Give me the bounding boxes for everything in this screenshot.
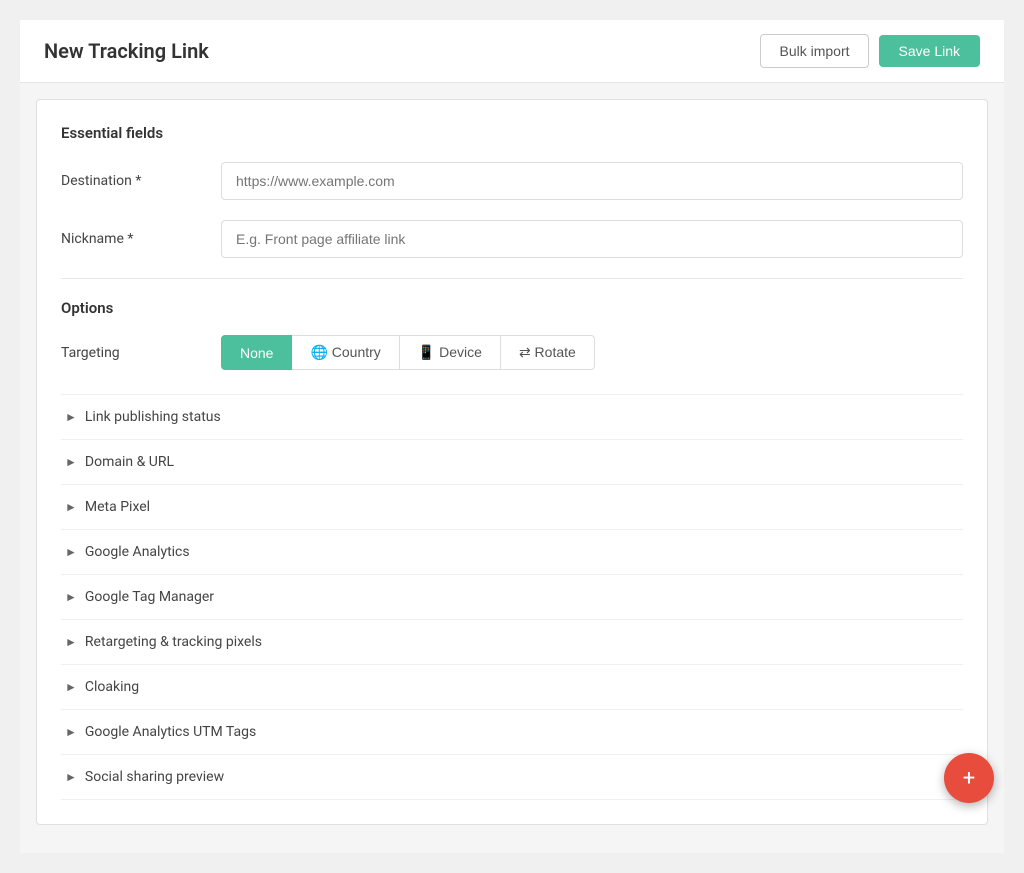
targeting-device-button[interactable]: 📱 Device: [400, 335, 501, 370]
accordion-arrow-icon: ►: [65, 455, 77, 469]
nickname-input[interactable]: [221, 220, 963, 258]
targeting-row: Targeting None 🌐 Country 📱 Device ⇄ Rota…: [61, 335, 963, 370]
accordion-domain-url-label: Domain & URL: [85, 454, 174, 470]
bulk-import-button[interactable]: Bulk import: [760, 34, 868, 68]
accordion-meta-pixel[interactable]: ► Meta Pixel: [61, 485, 963, 530]
targeting-rotate-button[interactable]: ⇄ Rotate: [501, 335, 595, 370]
accordion-arrow-icon: ►: [65, 680, 77, 694]
accordion-link-publishing-status-label: Link publishing status: [85, 409, 221, 425]
accordion-google-analytics-utm-tags-label: Google Analytics UTM Tags: [85, 724, 256, 740]
destination-label: Destination *: [61, 173, 221, 189]
accordion-arrow-icon: ►: [65, 590, 77, 604]
targeting-label: Targeting: [61, 345, 221, 361]
essential-fields-title: Essential fields: [61, 124, 963, 142]
accordion-arrow-icon: ►: [65, 500, 77, 514]
accordion-google-tag-manager-label: Google Tag Manager: [85, 589, 214, 605]
targeting-buttons: None 🌐 Country 📱 Device ⇄ Rotate: [221, 335, 595, 370]
accordion-arrow-icon: ►: [65, 410, 77, 424]
options-title: Options: [61, 299, 963, 317]
accordion-google-analytics-utm-tags[interactable]: ► Google Analytics UTM Tags: [61, 710, 963, 755]
accordion-google-analytics[interactable]: ► Google Analytics: [61, 530, 963, 575]
accordion-domain-url[interactable]: ► Domain & URL: [61, 440, 963, 485]
save-link-button[interactable]: Save Link: [879, 35, 980, 67]
destination-row: Destination *: [61, 162, 963, 200]
destination-input[interactable]: [221, 162, 963, 200]
accordion-link-publishing-status[interactable]: ► Link publishing status: [61, 394, 963, 440]
page-title: New Tracking Link: [44, 39, 209, 63]
nickname-row: Nickname *: [61, 220, 963, 258]
accordion-cloaking[interactable]: ► Cloaking: [61, 665, 963, 710]
accordion-social-sharing-preview[interactable]: ► Social sharing preview: [61, 755, 963, 800]
page-header: New Tracking Link Bulk import Save Link: [20, 20, 1004, 83]
accordion-social-sharing-preview-label: Social sharing preview: [85, 769, 224, 785]
fab-button[interactable]: +: [944, 753, 994, 803]
targeting-none-button[interactable]: None: [221, 335, 292, 370]
accordion-cloaking-label: Cloaking: [85, 679, 139, 695]
accordion-google-analytics-label: Google Analytics: [85, 544, 190, 560]
accordion-arrow-icon: ►: [65, 635, 77, 649]
accordion-list: ► Link publishing status ► Domain & URL …: [61, 394, 963, 800]
section-divider: [61, 278, 963, 279]
accordion-arrow-icon: ►: [65, 545, 77, 559]
accordion-google-tag-manager[interactable]: ► Google Tag Manager: [61, 575, 963, 620]
nickname-label: Nickname *: [61, 231, 221, 247]
accordion-arrow-icon: ►: [65, 725, 77, 739]
accordion-retargeting-tracking-pixels[interactable]: ► Retargeting & tracking pixels: [61, 620, 963, 665]
accordion-retargeting-tracking-pixels-label: Retargeting & tracking pixels: [85, 634, 262, 650]
accordion-meta-pixel-label: Meta Pixel: [85, 499, 150, 515]
main-content: Essential fields Destination * Nickname …: [36, 99, 988, 825]
header-actions: Bulk import Save Link: [760, 34, 980, 68]
accordion-arrow-icon: ►: [65, 770, 77, 784]
targeting-country-button[interactable]: 🌐 Country: [292, 335, 399, 370]
